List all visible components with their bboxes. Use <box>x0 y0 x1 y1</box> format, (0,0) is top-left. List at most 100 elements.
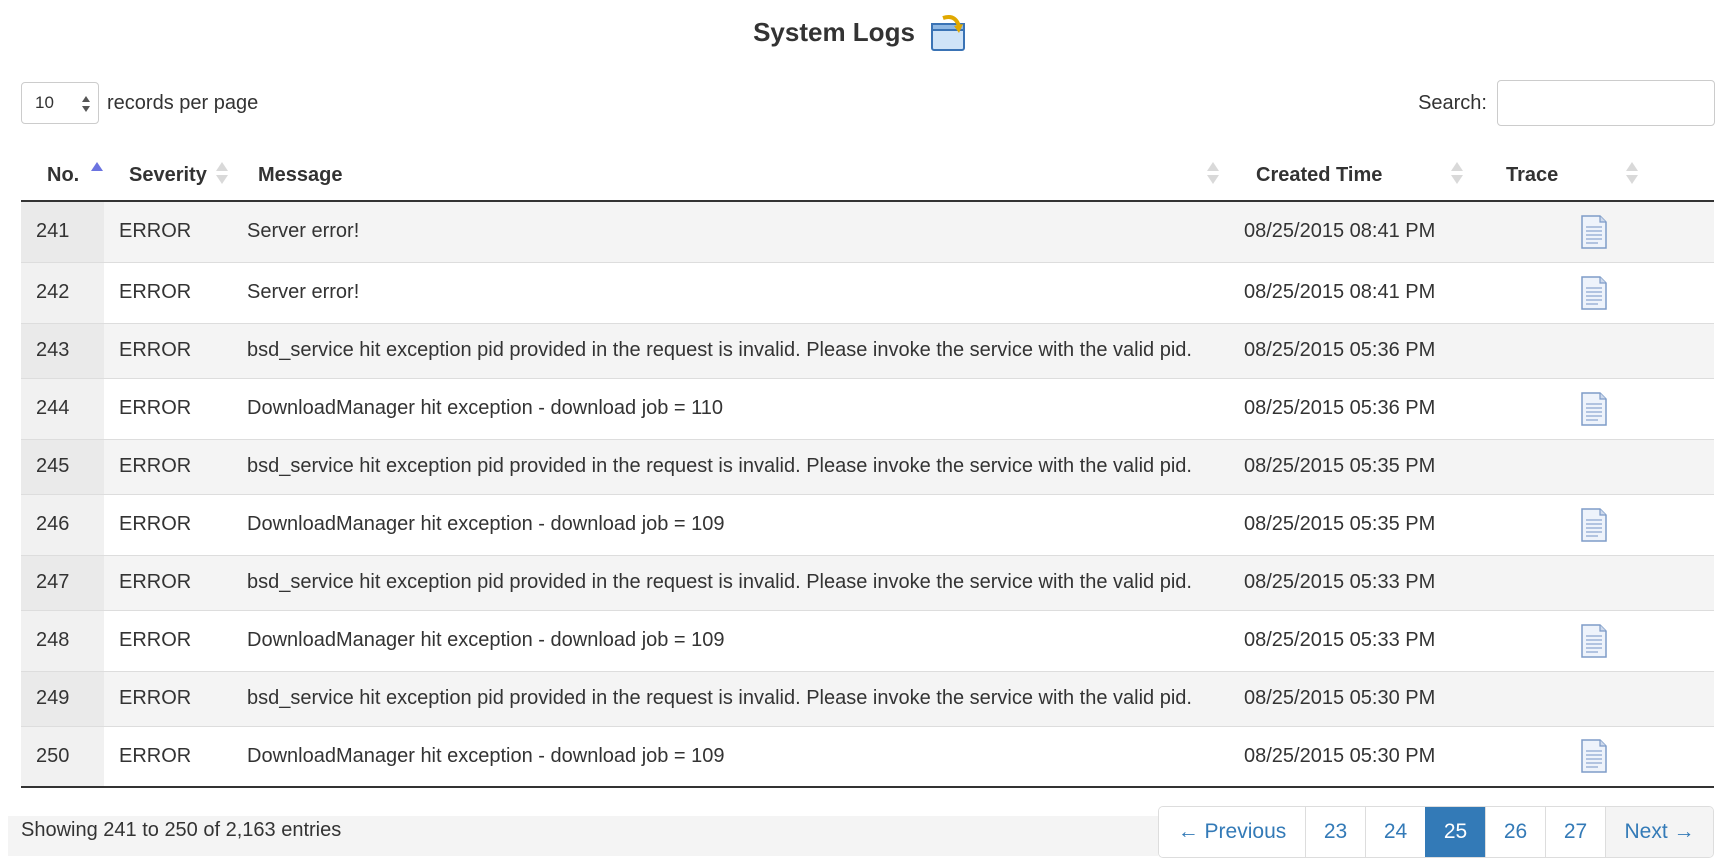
cell-severity: ERROR <box>104 554 232 610</box>
cell-no: 250 <box>21 725 104 788</box>
cell-message: Server error! <box>232 261 1229 323</box>
cell-no: 245 <box>21 438 104 494</box>
sort-ascending-icon <box>91 162 103 171</box>
document-icon[interactable] <box>1580 275 1608 311</box>
cell-no: 249 <box>21 670 104 726</box>
cell-severity: ERROR <box>104 670 232 726</box>
cell-created-time: 08/25/2015 08:41 PM <box>1229 261 1474 323</box>
folder-arrow-icon <box>930 15 965 51</box>
cell-created-time: 08/25/2015 05:33 PM <box>1229 554 1474 610</box>
cell-created-time: 08/25/2015 05:35 PM <box>1229 493 1474 555</box>
cell-created-time: 08/25/2015 05:30 PM <box>1229 670 1474 726</box>
cell-severity: ERROR <box>104 438 232 494</box>
table-row: 247 ERROR bsd_service hit exception pid pr… <box>21 554 1714 610</box>
document-icon[interactable] <box>1580 738 1608 774</box>
cell-message: bsd_service hit exception pid provided i… <box>232 438 1229 494</box>
cell-no: 242 <box>21 261 104 323</box>
page-header: System Logs <box>0 12 1720 52</box>
cell-trace <box>1474 609 1714 671</box>
cell-severity: ERROR <box>104 322 232 378</box>
next-page-button[interactable]: Next → <box>1605 807 1713 857</box>
cell-trace <box>1474 438 1714 494</box>
column-header-message-label: Message <box>258 163 343 186</box>
table-info: Showing 241 to 250 of 2,163 entries <box>21 819 342 841</box>
cell-message: DownloadManager hit exception - download… <box>232 725 1229 788</box>
table-row: 249 ERROR bsd_service hit exception pid pr… <box>21 670 1714 726</box>
document-icon[interactable] <box>1580 391 1608 427</box>
column-header-created-time[interactable]: Created Time <box>1229 150 1474 202</box>
sort-icon <box>1626 162 1638 184</box>
cell-trace <box>1474 554 1714 610</box>
document-icon[interactable] <box>1580 507 1608 543</box>
records-per-page-select[interactable]: 10 <box>21 82 99 124</box>
table-row: 242 ERROR Server error! 08/25/2015 08:41 PM <box>21 261 1714 323</box>
cell-no: 244 <box>21 377 104 439</box>
cell-no: 248 <box>21 609 104 671</box>
cell-trace <box>1474 377 1714 439</box>
table-header-row: No. Severity Message Created Time Trace <box>21 150 1714 202</box>
cell-message: DownloadManager hit exception - download… <box>232 493 1229 555</box>
logs-table: No. Severity Message Created Time Trace … <box>21 150 1714 788</box>
sort-icon <box>1451 162 1463 184</box>
cell-no: 243 <box>21 322 104 378</box>
select-arrows-icon <box>82 96 90 112</box>
column-header-trace-label: Trace <box>1506 163 1559 186</box>
cell-severity: ERROR <box>104 200 232 262</box>
table-row: 250 ERROR DownloadManager hit exception - … <box>21 725 1714 788</box>
records-per-page-control: 10 records per page <box>21 82 258 124</box>
cell-message: DownloadManager hit exception - download… <box>232 609 1229 671</box>
cell-message: Server error! <box>232 200 1229 262</box>
document-icon[interactable] <box>1580 623 1608 659</box>
document-icon[interactable] <box>1580 214 1608 250</box>
cell-severity: ERROR <box>104 261 232 323</box>
sort-icon <box>1207 162 1219 184</box>
cell-severity: ERROR <box>104 377 232 439</box>
column-header-no[interactable]: No. <box>21 150 104 202</box>
records-per-page-label: records per page <box>107 91 259 114</box>
cell-created-time: 08/25/2015 05:35 PM <box>1229 438 1474 494</box>
cell-message: bsd_service hit exception pid provided i… <box>232 554 1229 610</box>
column-header-trace[interactable]: Trace <box>1474 150 1714 202</box>
search-control: Search: <box>1418 80 1715 126</box>
table-row: 244 ERROR DownloadManager hit exception - … <box>21 377 1714 439</box>
cell-message: bsd_service hit exception pid provided i… <box>232 322 1229 378</box>
page-title: System Logs <box>753 16 915 47</box>
cell-no: 246 <box>21 493 104 555</box>
cell-no: 247 <box>21 554 104 610</box>
table-body: 241 ERROR Server error! 08/25/2015 08:41 PM… <box>21 200 1714 788</box>
page-button-23[interactable]: 23 <box>1305 807 1365 857</box>
column-header-severity[interactable]: Severity <box>104 150 232 202</box>
table-row: 246 ERROR DownloadManager hit exception - … <box>21 493 1714 555</box>
cell-trace <box>1474 261 1714 323</box>
cell-trace <box>1474 670 1714 726</box>
column-header-no-label: No. <box>47 163 80 186</box>
column-header-created-label: Created Time <box>1256 163 1383 186</box>
table-row: 248 ERROR DownloadManager hit exception - … <box>21 609 1714 671</box>
table-row: 245 ERROR bsd_service hit exception pid pr… <box>21 438 1714 494</box>
page-button-24[interactable]: 24 <box>1365 807 1425 857</box>
previous-page-button[interactable]: ← Previous <box>1159 807 1305 857</box>
column-header-message[interactable]: Message <box>232 150 1229 202</box>
records-per-page-value: 10 <box>35 93 54 112</box>
cell-severity: ERROR <box>104 493 232 555</box>
table-row: 243 ERROR bsd_service hit exception pid pr… <box>21 322 1714 378</box>
cell-severity: ERROR <box>104 725 232 788</box>
cell-created-time: 08/25/2015 05:30 PM <box>1229 725 1474 788</box>
cell-message: bsd_service hit exception pid provided i… <box>232 670 1229 726</box>
page-button-25[interactable]: 25 <box>1425 807 1485 857</box>
cell-created-time: 08/25/2015 05:33 PM <box>1229 609 1474 671</box>
search-label: Search: <box>1418 91 1487 114</box>
cell-trace <box>1474 322 1714 378</box>
search-input[interactable] <box>1497 80 1715 126</box>
cell-trace <box>1474 200 1714 262</box>
cell-severity: ERROR <box>104 609 232 671</box>
table-row: 241 ERROR Server error! 08/25/2015 08:41 PM <box>21 200 1714 262</box>
cell-created-time: 08/25/2015 05:36 PM <box>1229 377 1474 439</box>
page-button-27[interactable]: 27 <box>1545 807 1605 857</box>
cell-trace <box>1474 493 1714 555</box>
pagination: ← Previous 23 24 25 26 27 Next → <box>1158 806 1714 858</box>
cell-created-time: 08/25/2015 05:36 PM <box>1229 322 1474 378</box>
page-button-26[interactable]: 26 <box>1485 807 1545 857</box>
cell-trace <box>1474 725 1714 788</box>
column-header-severity-label: Severity <box>129 163 207 186</box>
